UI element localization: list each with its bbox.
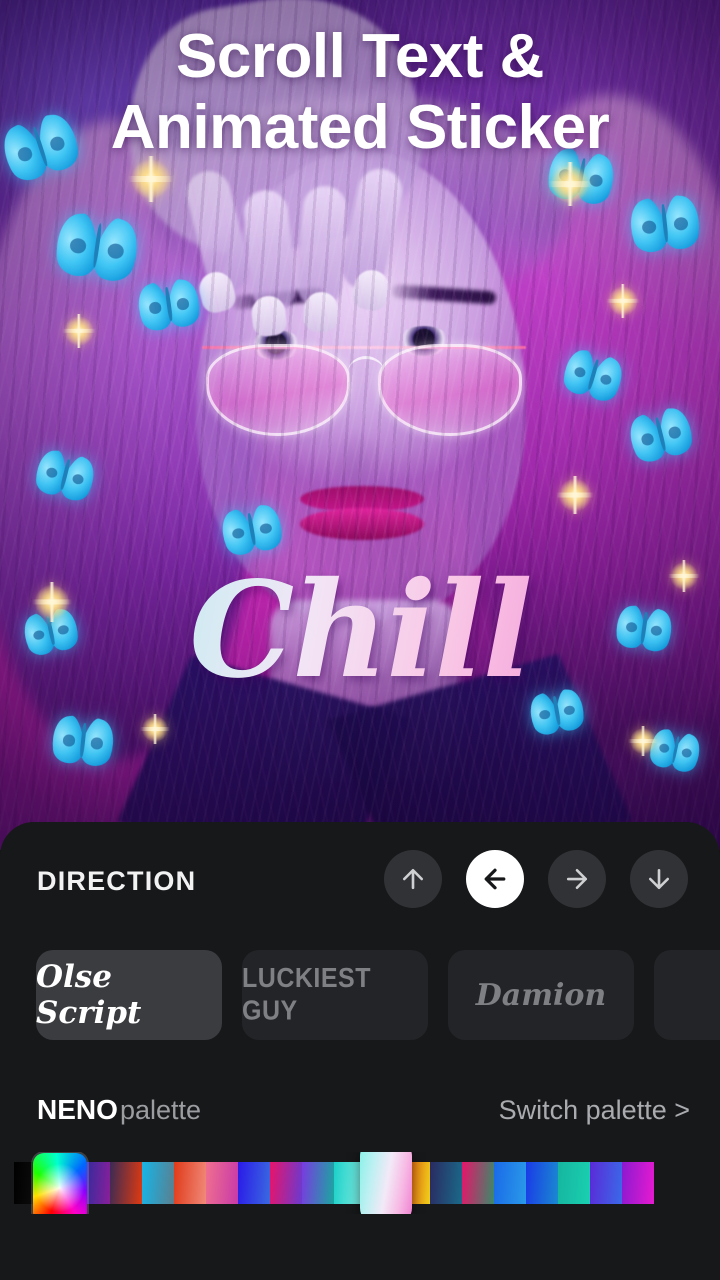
color-swatch[interactable] xyxy=(526,1162,558,1204)
app-root: Scroll Text & Animated Sticker Chill DIR… xyxy=(0,0,720,1280)
direction-left-button[interactable] xyxy=(466,850,524,908)
color-swatch[interactable] xyxy=(590,1162,622,1204)
font-chip-label: LUCKIEST GUY xyxy=(242,962,371,1027)
arrow-left-icon xyxy=(484,868,506,890)
sparkle-sticker[interactable] xyxy=(606,284,640,318)
arrow-up-icon xyxy=(402,868,424,890)
color-swatch[interactable] xyxy=(270,1162,302,1204)
color-swatch[interactable] xyxy=(110,1162,142,1204)
editor-bottom-sheet: DIRECTION Olse Script LUCKIEST GUY Damio… xyxy=(0,822,720,1280)
font-chip-partial[interactable]: Lo xyxy=(654,950,720,1040)
arrow-right-icon xyxy=(566,868,588,890)
palette-word: palette xyxy=(120,1095,202,1125)
color-swatch[interactable] xyxy=(462,1162,494,1204)
color-swatch[interactable] xyxy=(558,1162,590,1204)
sparkle-sticker[interactable] xyxy=(140,714,170,744)
color-swatch[interactable] xyxy=(430,1162,462,1204)
butterfly-sticker[interactable] xyxy=(131,276,203,335)
butterfly-sticker[interactable] xyxy=(622,192,703,258)
arrow-down-icon xyxy=(648,868,670,890)
selected-swatch[interactable] xyxy=(360,1152,412,1214)
sparkle-sticker[interactable] xyxy=(548,162,592,206)
color-swatch[interactable] xyxy=(238,1162,270,1204)
font-chip-damion[interactable]: Damion xyxy=(448,950,634,1040)
direction-right-button[interactable] xyxy=(548,850,606,908)
switch-palette-button[interactable]: Switch palette > xyxy=(499,1095,690,1126)
font-chip-luckiest-guy[interactable]: LUCKIEST GUY xyxy=(242,950,428,1040)
direction-label: DIRECTION xyxy=(37,866,197,896)
color-swatch[interactable] xyxy=(302,1162,334,1204)
color-swatch[interactable] xyxy=(174,1162,206,1204)
color-swatch[interactable] xyxy=(494,1162,526,1204)
direction-down-button[interactable] xyxy=(630,850,688,908)
color-swatch[interactable] xyxy=(206,1162,238,1204)
font-picker-row[interactable]: Olse Script LUCKIEST GUY Damion Lo xyxy=(0,950,720,1055)
font-chip-label: Olse Script xyxy=(36,959,142,1031)
color-wheel-picker[interactable] xyxy=(33,1153,87,1214)
sparkle-sticker[interactable] xyxy=(62,314,96,348)
butterfly-sticker[interactable] xyxy=(49,713,121,771)
butterfly-sticker[interactable] xyxy=(52,209,148,287)
page-title-line2: Animated Sticker xyxy=(110,92,610,162)
direction-buttons xyxy=(384,850,688,908)
font-chip-olse-script[interactable]: Olse Script xyxy=(36,950,222,1040)
direction-row: DIRECTION xyxy=(0,850,720,918)
swatch-list[interactable] xyxy=(14,1162,654,1204)
color-swatch[interactable] xyxy=(142,1162,174,1204)
sparkle-sticker[interactable] xyxy=(628,726,658,756)
font-chip-label: Damion xyxy=(475,977,607,1013)
direction-up-button[interactable] xyxy=(384,850,442,908)
palette-header: NENO palette Switch palette > xyxy=(0,1090,720,1134)
butterfly-sticker[interactable] xyxy=(214,501,286,560)
photo-preview-canvas[interactable]: Scroll Text & Animated Sticker Chill xyxy=(0,0,720,850)
page-title: Scroll Text & Animated Sticker xyxy=(0,22,720,163)
sparkle-sticker[interactable] xyxy=(556,476,594,514)
color-swatch-strip[interactable] xyxy=(0,1152,720,1214)
palette-name: NENO xyxy=(37,1094,118,1125)
page-title-line1: Scroll Text & xyxy=(176,22,544,91)
text-sticker-chill[interactable]: Chill xyxy=(0,565,720,697)
color-swatch[interactable] xyxy=(622,1162,654,1204)
